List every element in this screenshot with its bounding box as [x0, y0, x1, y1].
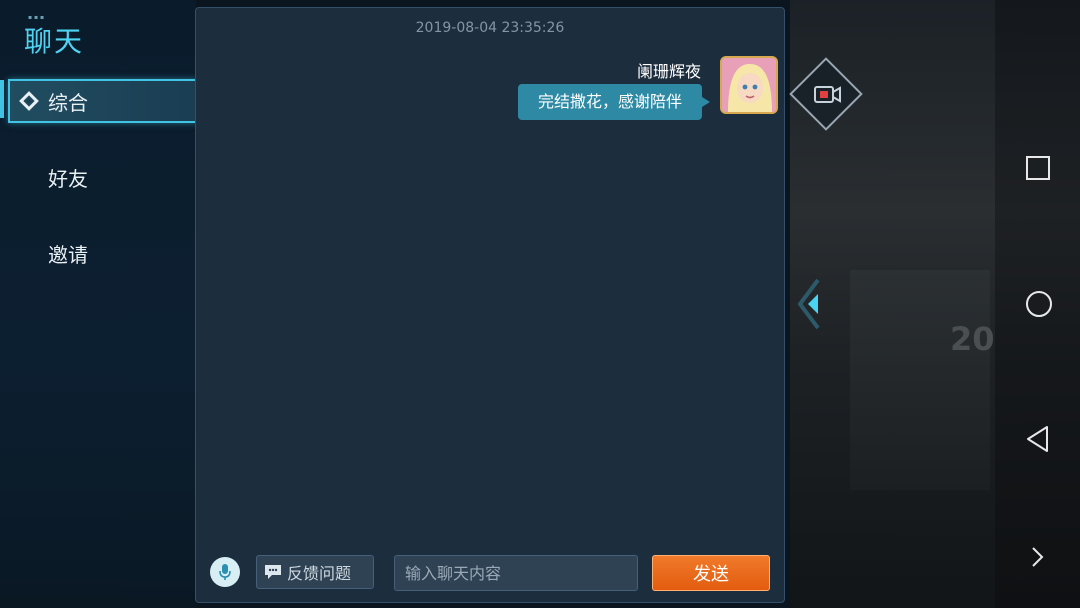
message-timestamp: 2019-08-04 23:35:26	[415, 20, 565, 36]
diamond-icon	[19, 91, 39, 111]
feedback-button[interactable]: 反馈问题	[256, 555, 374, 589]
tab-general[interactable]: 综合	[8, 79, 198, 123]
chat-sidebar: ▪ ▪ ▪ 聊天 综合 好友 邀请	[0, 0, 198, 608]
tab-invite[interactable]: 邀请	[8, 233, 194, 273]
chat-panel: 2019-08-04 23:35:26 阑珊辉夜 完结撒花，感谢陪伴 反馈问题	[195, 7, 785, 603]
avatar[interactable]	[720, 56, 778, 114]
send-button[interactable]: 发送	[652, 555, 770, 591]
tab-friends[interactable]: 好友	[8, 157, 194, 197]
page-title: 聊天	[24, 25, 85, 58]
active-indicator	[0, 80, 4, 118]
building-number: 20	[950, 320, 995, 358]
sender-name: 阑珊辉夜	[636, 62, 701, 81]
collapse-arrow-icon[interactable]	[796, 278, 822, 330]
microphone-icon	[219, 564, 231, 580]
tab-general-label: 综合	[48, 90, 88, 115]
chevron-right-icon[interactable]	[1025, 545, 1049, 569]
building-silhouette	[850, 270, 990, 490]
feedback-label: 反馈问题	[287, 564, 352, 583]
send-label: 发送	[693, 564, 729, 585]
camera-icon	[814, 86, 841, 103]
back-icon[interactable]	[1025, 425, 1051, 453]
microphone-button[interactable]	[210, 557, 240, 587]
tab-friends-label: 好友	[48, 166, 88, 191]
chat-bubble-icon	[265, 565, 281, 579]
chat-input[interactable]	[394, 555, 638, 591]
tab-invite-label: 邀请	[48, 242, 88, 267]
home-icon[interactable]	[1025, 290, 1053, 318]
recent-apps-icon[interactable]	[1025, 155, 1051, 181]
message-bubble: 完结撒花，感谢陪伴	[517, 84, 711, 120]
